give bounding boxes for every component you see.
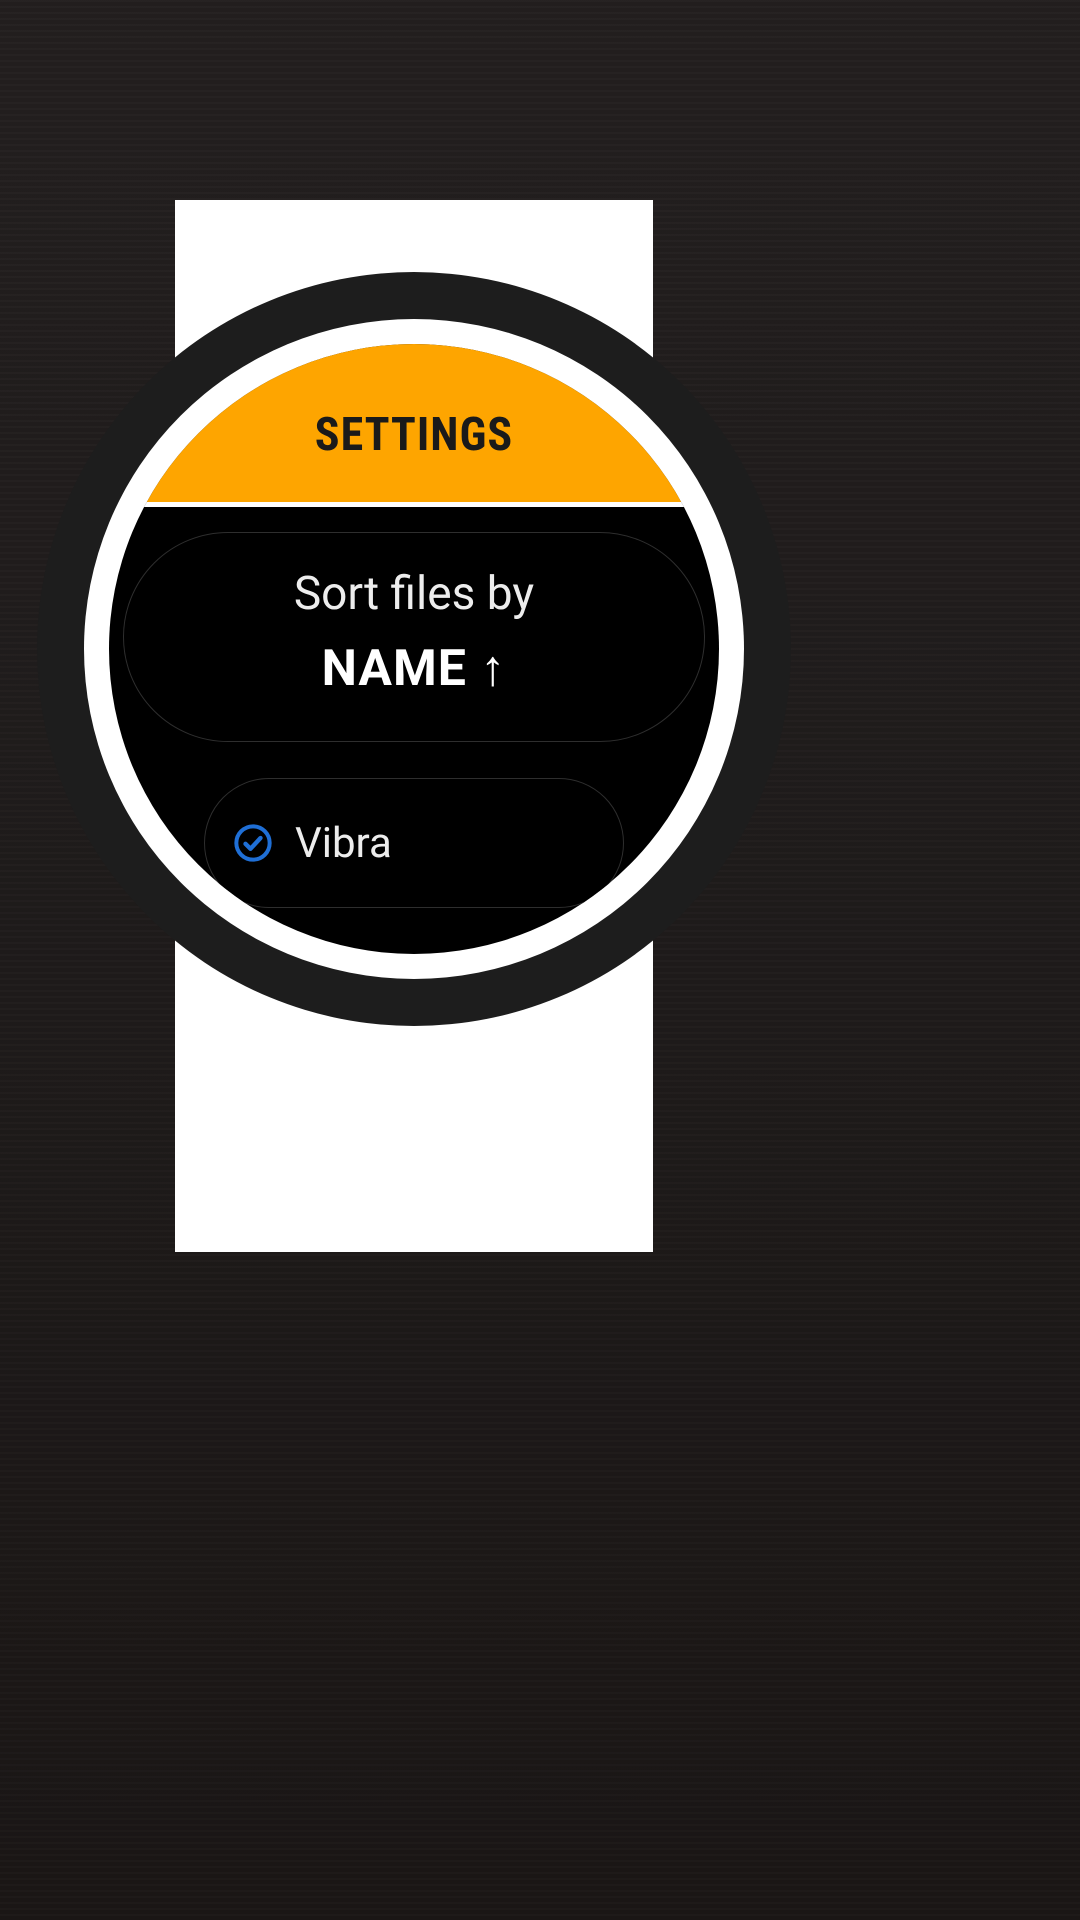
sort-value: NAME ↑	[164, 639, 664, 698]
settings-list[interactable]: Sort files by NAME ↑ Vibra	[109, 532, 719, 954]
watch-bezel: SETTINGS Sort files by NAME ↑	[37, 272, 791, 1026]
device-frame: SETTINGS Sort files by NAME ↑	[0, 0, 1080, 1920]
vibra-label: Vibra	[295, 819, 392, 868]
settings-header: SETTINGS	[109, 344, 719, 502]
checkmark-circle-icon	[233, 823, 273, 863]
sort-label: Sort files by	[164, 567, 664, 621]
page-title: SETTINGS	[315, 408, 513, 462]
vibra-toggle-row[interactable]: Vibra	[204, 778, 624, 908]
watch-face[interactable]: SETTINGS Sort files by NAME ↑	[109, 344, 719, 954]
header-divider	[109, 502, 719, 507]
sort-files-button[interactable]: Sort files by NAME ↑	[123, 532, 705, 742]
watch-ring: SETTINGS Sort files by NAME ↑	[84, 319, 744, 979]
